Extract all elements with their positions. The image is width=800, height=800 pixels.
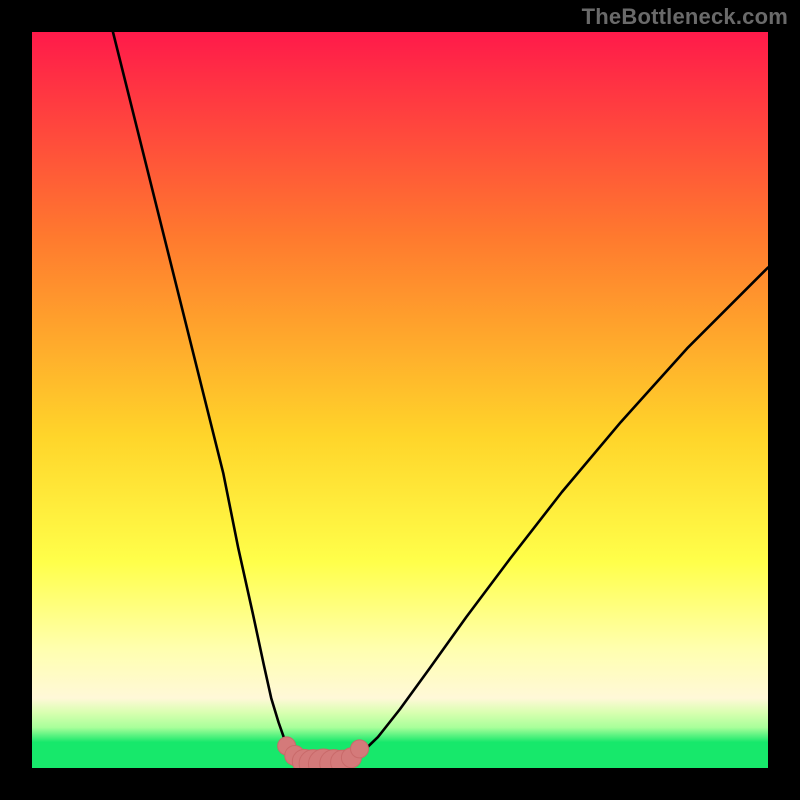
gradient-background: [32, 32, 768, 768]
chart-canvas: [32, 32, 768, 768]
outer-frame: TheBottleneck.com: [0, 0, 800, 800]
basin-marker: [351, 740, 369, 758]
watermark-text: TheBottleneck.com: [582, 4, 788, 30]
plot-area: [32, 32, 768, 768]
